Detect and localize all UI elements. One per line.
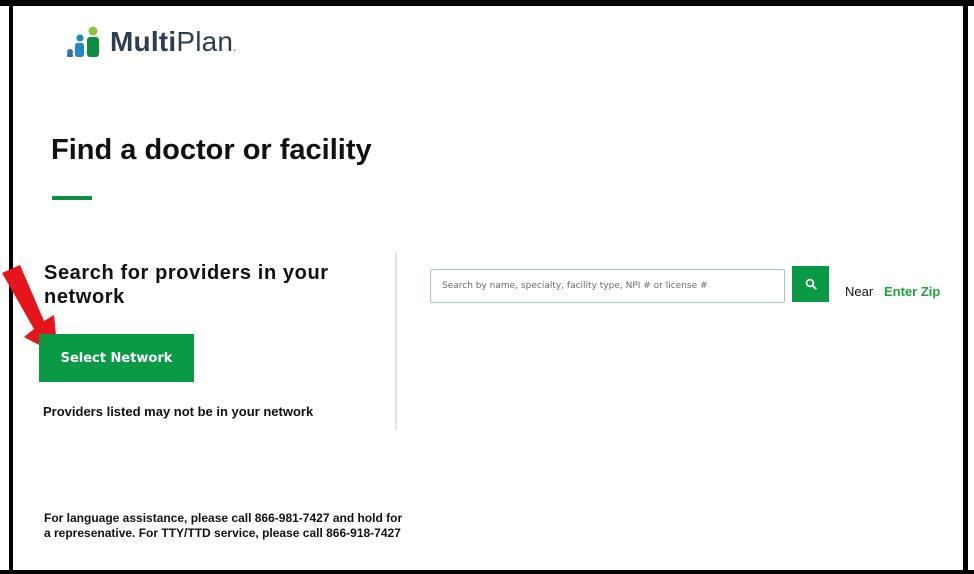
search-button[interactable]: [792, 266, 829, 302]
logo-text-multi: Multi: [110, 26, 177, 57]
near-label: Near: [845, 284, 874, 299]
search-icon: [805, 278, 817, 290]
multiplan-logo[interactable]: MultiPlan.: [66, 26, 236, 58]
provider-search-input[interactable]: [430, 269, 785, 303]
frame-border-right: [963, 0, 968, 574]
network-disclaimer: Providers listed may not be in your netw…: [43, 404, 314, 419]
frame-border-bottom: [0, 570, 974, 574]
enter-zip-link[interactable]: Enter Zip: [884, 284, 940, 299]
frame-border-top: [0, 0, 974, 6]
logo-text-dot: .: [233, 42, 237, 54]
logo-text-plan: Plan: [176, 26, 234, 57]
logo-wordmark: MultiPlan.: [110, 26, 236, 58]
language-assistance-note: For language assistance, please call 866…: [44, 511, 403, 540]
title-underline: [52, 196, 92, 200]
multiplan-logo-icon: [67, 26, 99, 57]
select-network-button[interactable]: Select Network: [39, 334, 194, 382]
network-section-heading: Search for providers in your network: [44, 262, 329, 308]
column-divider: [395, 252, 397, 430]
page-title: Find a doctor or facility: [51, 134, 372, 166]
